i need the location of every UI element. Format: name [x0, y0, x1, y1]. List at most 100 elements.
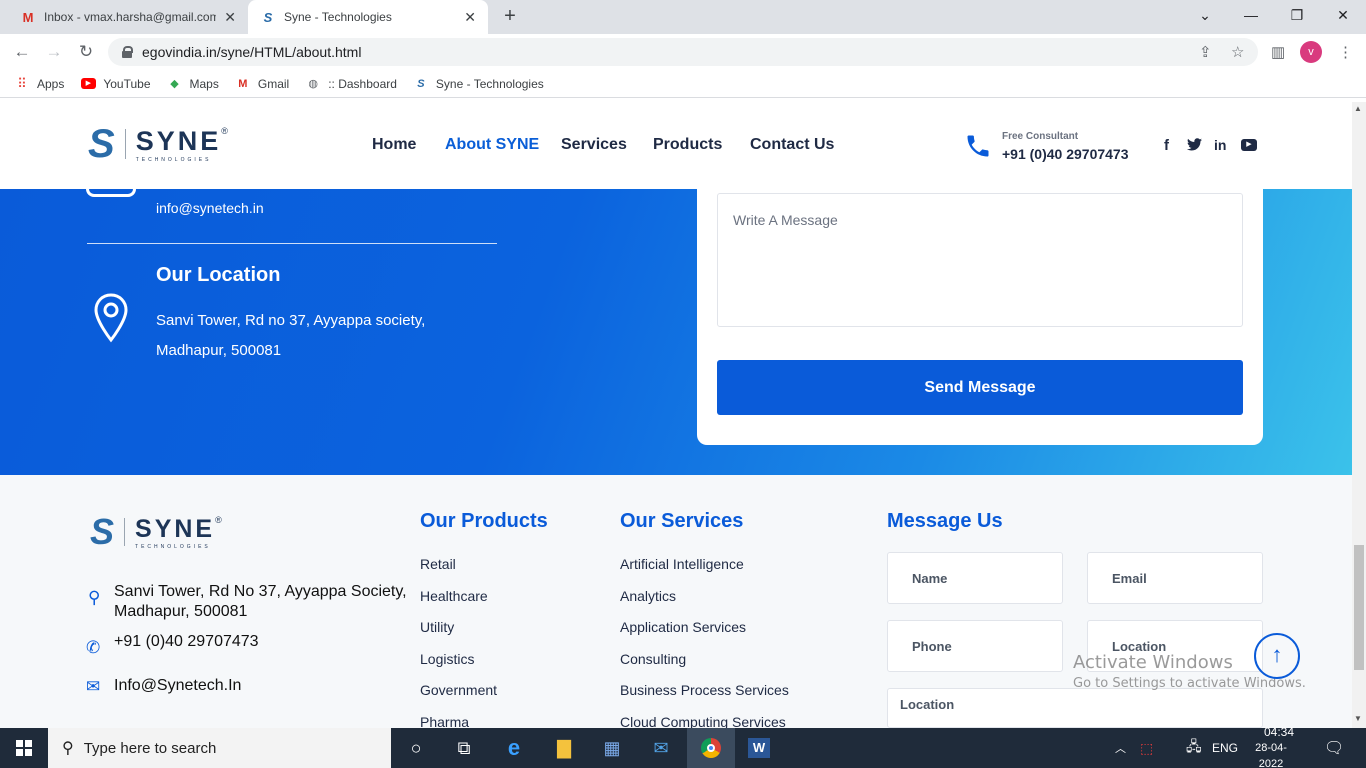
linkedin-icon[interactable]: in — [1214, 137, 1226, 153]
phone-icon — [964, 131, 992, 166]
logo-subtitle: TECHNOLOGIES — [135, 156, 212, 163]
bookmark-label: Maps — [189, 76, 219, 91]
facebook-icon[interactable]: f — [1164, 137, 1169, 154]
product-link[interactable]: Healthcare — [420, 588, 488, 604]
service-link[interactable]: Business Process Services — [620, 682, 789, 698]
nav-home[interactable]: Home — [372, 136, 416, 154]
cortana-icon[interactable]: ○ — [392, 728, 440, 768]
consult-phone[interactable]: +91 (0)40 29707473 — [1002, 146, 1129, 162]
scroll-down-icon[interactable]: ▼ — [1354, 714, 1362, 723]
bookmark-youtube[interactable]: ▶ YouTube — [80, 76, 151, 91]
close-icon[interactable]: ✕ — [464, 9, 476, 26]
task-view-icon[interactable]: ⧉ — [440, 728, 488, 768]
message-textarea[interactable]: Write A Message — [717, 193, 1243, 327]
location-title: Our Location — [156, 264, 281, 286]
location-pin-icon: ⚲ — [88, 588, 101, 607]
youtube-icon: ▶ — [80, 77, 96, 91]
chrome-icon[interactable] — [687, 728, 735, 768]
footer-email[interactable]: Info@Synetech.In — [114, 677, 241, 695]
contact-email[interactable]: info@synetech.in — [156, 200, 264, 216]
bookmark-apps[interactable]: ⠿ Apps — [14, 76, 65, 91]
share-icon[interactable]: ⇪ — [1199, 43, 1212, 61]
bookmark-label: Apps — [37, 76, 65, 91]
file-explorer-icon[interactable]: ▇ — [540, 728, 588, 768]
location-field-wide[interactable]: Location — [887, 688, 1263, 728]
language-indicator[interactable]: ENG — [1212, 728, 1238, 768]
bookmark-label: YouTube — [103, 76, 151, 91]
profile-avatar[interactable]: v — [1300, 41, 1322, 63]
nav-about[interactable]: About SYNE — [445, 136, 539, 154]
network-icon[interactable]: 🖧 — [1186, 728, 1202, 768]
gmail-icon: M — [22, 9, 34, 25]
word-icon[interactable]: W — [735, 728, 783, 768]
restore-button[interactable]: ❐ — [1274, 0, 1320, 30]
tab-search-chevron-icon[interactable]: ⌄ — [1182, 0, 1228, 30]
mail-app-icon[interactable]: ✉ — [637, 728, 685, 768]
nav-contact[interactable]: Contact Us — [750, 136, 834, 154]
logo-reg: ® — [215, 514, 222, 525]
bookmark-dashboard[interactable]: ◍ :: Dashboard — [305, 77, 397, 91]
name-field[interactable]: Name — [887, 552, 1063, 604]
acrobat-icon[interactable]: ⬚ — [1140, 728, 1153, 768]
reload-button[interactable]: ↻ — [74, 41, 98, 63]
services-heading: Our Services — [620, 510, 744, 532]
clock-time: 04:34 — [1263, 725, 1295, 739]
close-icon[interactable]: ✕ — [224, 9, 236, 26]
logo-name: SYNE — [135, 125, 222, 156]
bookmark-gmail[interactable]: M Gmail — [235, 77, 289, 91]
minimize-button[interactable]: — — [1228, 0, 1274, 30]
product-link[interactable]: Retail — [420, 556, 456, 572]
back-button[interactable]: ← — [10, 41, 34, 63]
bookmark-syne[interactable]: S Syne - Technologies — [413, 77, 544, 91]
logo-mark: S — [88, 122, 115, 166]
footer-logo[interactable]: S SYNE ® TECHNOLOGIES — [90, 512, 222, 552]
product-link[interactable]: Utility — [420, 619, 454, 635]
send-message-button[interactable]: Send Message — [717, 360, 1243, 415]
nav-services[interactable]: Services — [561, 136, 627, 154]
product-link[interactable]: Logistics — [420, 651, 474, 667]
scroll-to-top-button[interactable]: ↑ — [1254, 633, 1300, 679]
scroll-up-icon[interactable]: ▲ — [1354, 104, 1362, 113]
store-icon[interactable]: ▦ — [588, 728, 636, 768]
syne-icon: S — [263, 9, 273, 25]
contact-address-line2: Madhapur, 500081 — [156, 342, 282, 359]
new-tab-button[interactable]: + — [498, 5, 522, 29]
menu-kebab-icon[interactable]: ⋮ — [1338, 43, 1353, 61]
nav-products[interactable]: Products — [653, 136, 722, 154]
logo-mark: S — [90, 511, 115, 552]
clock[interactable]: 04:34 28-04-2022 — [1255, 725, 1296, 768]
globe-icon: ◍ — [308, 78, 318, 90]
bookmark-star-icon[interactable]: ☆ — [1231, 43, 1244, 61]
address-bar[interactable]: egovindia.in/syne/HTML/about.html — [108, 38, 1258, 66]
bookmark-maps[interactable]: ◆ Maps — [167, 77, 219, 91]
taskbar-search[interactable]: ⚲ Type here to search — [48, 728, 391, 768]
search-placeholder: Type here to search — [83, 739, 217, 757]
phone-field[interactable]: Phone — [887, 620, 1063, 672]
service-link[interactable]: Consulting — [620, 651, 686, 667]
email-field[interactable]: Email — [1087, 552, 1263, 604]
tray-expand-icon[interactable]: ︿ — [1115, 728, 1126, 768]
windows-start-icon[interactable] — [0, 728, 48, 768]
footer-phone[interactable]: +91 (0)40 29707473 — [114, 633, 259, 651]
gmail-icon: M — [238, 77, 248, 90]
forward-button[interactable]: → — [42, 41, 66, 63]
side-panel-icon[interactable]: ▥ — [1271, 43, 1285, 61]
close-window-button[interactable]: ✕ — [1320, 0, 1366, 30]
tab-gmail-inbox[interactable]: M Inbox - vmax.harsha@gmail.com ✕ — [8, 0, 248, 34]
twitter-icon[interactable] — [1187, 138, 1202, 156]
notification-icon[interactable]: 🗨 — [1324, 728, 1344, 768]
site-logo[interactable]: S SYNE ® TECHNOLOGIES — [88, 124, 228, 164]
scrollbar-thumb[interactable] — [1354, 545, 1364, 670]
tab-syne-technologies[interactable]: S Syne - Technologies ✕ — [248, 0, 488, 34]
phone-icon: ✆ — [86, 638, 101, 657]
youtube-icon[interactable]: ▶ — [1241, 139, 1257, 151]
service-link[interactable]: Artificial Intelligence — [620, 556, 744, 572]
service-link[interactable]: Application Services — [620, 619, 746, 635]
location-pin-icon — [92, 292, 130, 349]
edge-icon[interactable]: e — [490, 728, 538, 768]
tab-title: Syne - Technologies — [284, 10, 392, 24]
service-link[interactable]: Analytics — [620, 588, 676, 604]
product-link[interactable]: Government — [420, 682, 497, 698]
logo-divider — [124, 129, 126, 159]
logo-name: SYNE — [135, 514, 216, 543]
